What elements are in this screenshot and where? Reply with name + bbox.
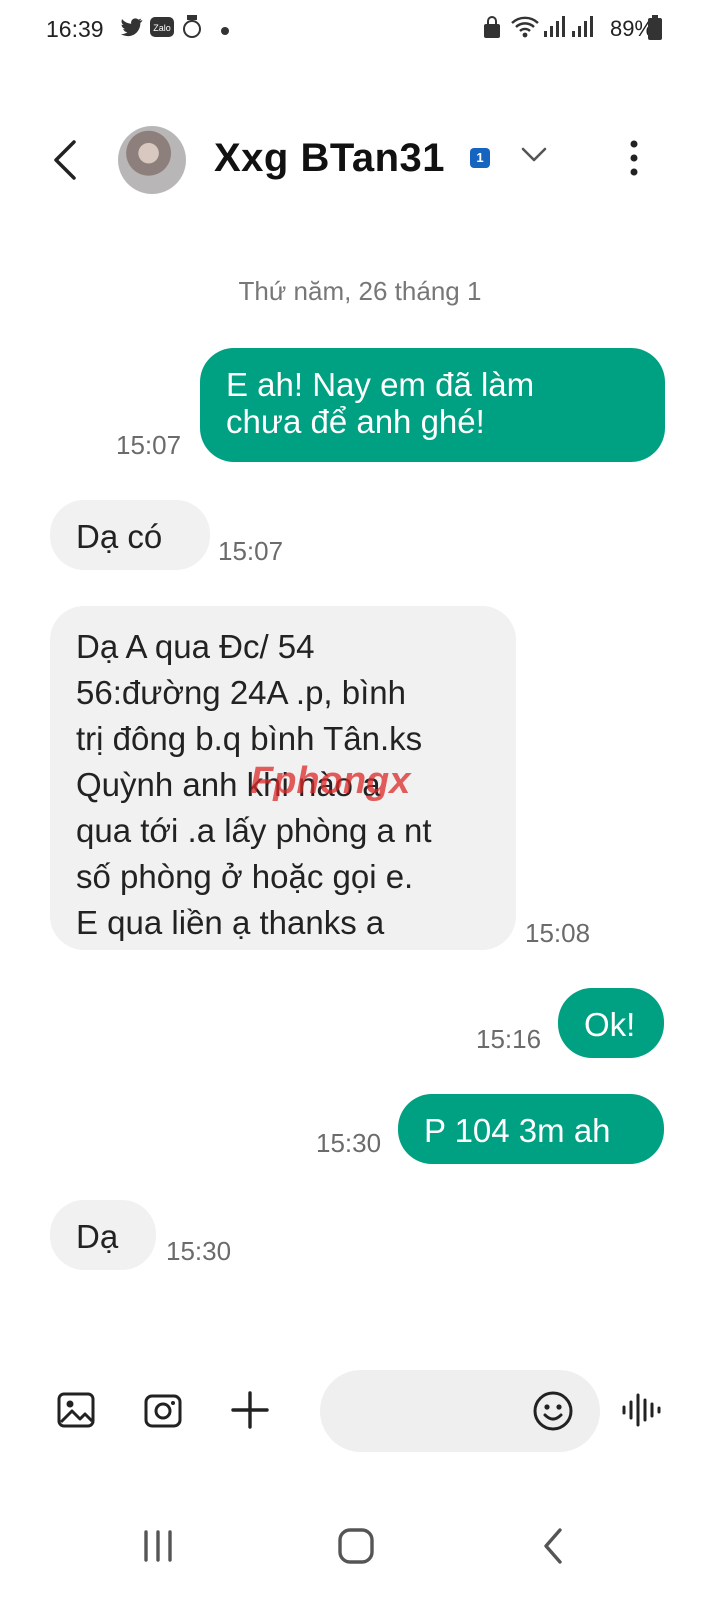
voice-icon[interactable] <box>620 1390 664 1435</box>
home-icon[interactable] <box>336 1526 376 1571</box>
plus-icon[interactable] <box>230 1390 270 1435</box>
message-time: 15:08 <box>525 918 591 948</box>
sim-badge: 1 <box>470 148 490 168</box>
message-time: 15:30 <box>166 1236 232 1266</box>
lock-icon <box>482 14 502 45</box>
message-bubble-incoming[interactable]: Dạ <box>50 1200 156 1270</box>
status-time: 16:39 <box>46 16 104 42</box>
date-separator: Thứ năm, 26 tháng 1 <box>238 276 482 306</box>
dot-icon <box>220 23 230 41</box>
message-bubble-outgoing[interactable]: Ok! <box>558 988 664 1058</box>
message-time: 15:07 <box>116 430 182 460</box>
message-time: 15:30 <box>316 1128 382 1158</box>
status-bar: 16:39 Zalo 89% <box>0 0 720 58</box>
message-bubble-outgoing[interactable]: P 104 3m ah <box>398 1094 664 1164</box>
recent-apps-icon[interactable] <box>140 1526 176 1571</box>
message-bubble-outgoing[interactable]: E ah! Nay em đã làm chưa để anh ghé! <box>200 348 665 462</box>
signal-icon <box>570 14 594 45</box>
watermark: Fphongx <box>250 760 411 802</box>
zalo-icon: Zalo <box>150 17 174 42</box>
emoji-icon[interactable] <box>532 1390 574 1437</box>
system-navigation-bar <box>0 1500 720 1600</box>
more-options-icon[interactable] <box>628 138 640 183</box>
back-icon[interactable] <box>538 1526 568 1571</box>
compose-bar <box>0 1370 720 1460</box>
contact-name[interactable]: Xxg BTan31 <box>214 136 445 181</box>
wifi-icon <box>510 14 540 45</box>
app-icon <box>180 14 204 45</box>
message-time: 15:07 <box>218 536 284 566</box>
back-arrow-icon[interactable] <box>50 138 80 187</box>
message-bubble-incoming[interactable]: Dạ có <box>50 500 210 570</box>
message-input[interactable] <box>320 1370 600 1452</box>
chevron-down-icon[interactable] <box>520 146 548 169</box>
avatar[interactable] <box>118 126 186 194</box>
conversation-header: Xxg BTan31 1 <box>0 110 720 210</box>
camera-icon[interactable] <box>143 1390 183 1435</box>
battery-icon <box>648 15 662 46</box>
message-time: 15:16 <box>476 1024 542 1054</box>
svg-text:Zalo: Zalo <box>153 23 171 33</box>
signal-icon <box>542 14 566 45</box>
gallery-icon[interactable] <box>56 1390 96 1435</box>
twitter-icon <box>118 14 144 45</box>
